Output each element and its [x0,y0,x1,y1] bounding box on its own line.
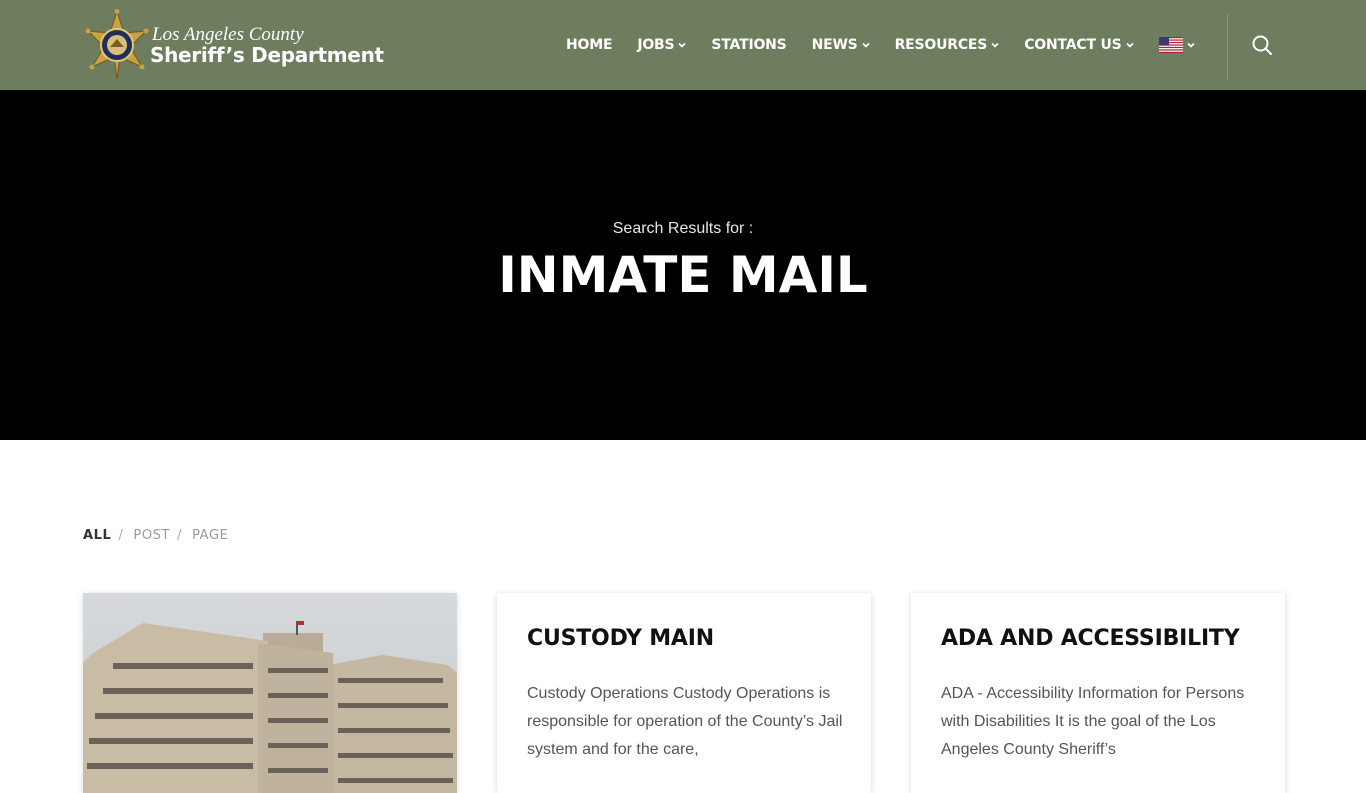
nav-resources-label: RESOURCES [894,37,988,53]
result-card[interactable]: CUSTODY MAIN Custody Operations Custody … [497,593,871,793]
chevron-down-icon [862,42,870,48]
nav-contact-us-label: CONTACT US [1024,37,1122,53]
filter-separator: / [118,528,124,543]
nav-contact-us[interactable]: CONTACT US [1024,37,1134,53]
filter-separator: / [177,528,183,543]
main-nav: HOME JOBS STATIONS NEWS RESOURCES CONTAC… [566,0,1195,90]
nav-resources[interactable]: RESOURCES [895,37,1000,53]
nav-home[interactable]: HOME [566,37,613,53]
site-header: Los Angeles County Sheriff’s Department … [0,0,1366,90]
result-type-filters: ALL / POST / PAGE [83,528,228,543]
nav-jobs-label: JOBS [637,37,675,53]
search-query-title: INMATE MAIL [498,246,868,304]
result-card-image[interactable] [83,593,457,793]
nav-news[interactable]: NEWS [812,37,870,53]
search-hero: Search Results for : INMATE MAIL [0,90,1366,440]
chevron-down-icon [1125,42,1134,48]
us-flag-icon [1158,37,1183,53]
result-title[interactable]: ADA AND ACCESSIBILITY [941,626,1240,651]
chevron-down-icon [991,42,999,48]
sheriff-star-badge-icon [85,9,149,80]
site-logo[interactable]: Los Angeles County Sheriff’s Department [84,9,444,81]
filter-page[interactable]: PAGE [192,528,228,543]
result-title[interactable]: CUSTODY MAIN [527,626,714,651]
nav-stations-label: STATIONS [711,37,787,53]
logo-department-text: Sheriff’s Department [150,43,384,67]
building-photo [83,593,457,793]
nav-stations[interactable]: STATIONS [711,37,786,53]
header-divider [1227,14,1228,80]
result-excerpt: ADA - Accessibility Information for Pers… [941,685,1245,758]
search-icon[interactable] [1250,33,1274,57]
nav-home-label: HOME [566,37,613,53]
chevron-down-icon [1186,42,1195,48]
nav-jobs[interactable]: JOBS [637,37,686,53]
search-results-label: Search Results for : [612,220,754,237]
language-selector[interactable] [1158,37,1195,53]
result-excerpt: Custody Operations Custody Operations is… [527,685,843,758]
result-card[interactable]: ADA AND ACCESSIBILITY ADA - Accessibilit… [911,593,1285,793]
filter-post[interactable]: POST [133,528,170,543]
chevron-down-icon [678,42,686,48]
filter-all[interactable]: ALL [83,528,111,543]
nav-news-label: NEWS [811,37,858,53]
